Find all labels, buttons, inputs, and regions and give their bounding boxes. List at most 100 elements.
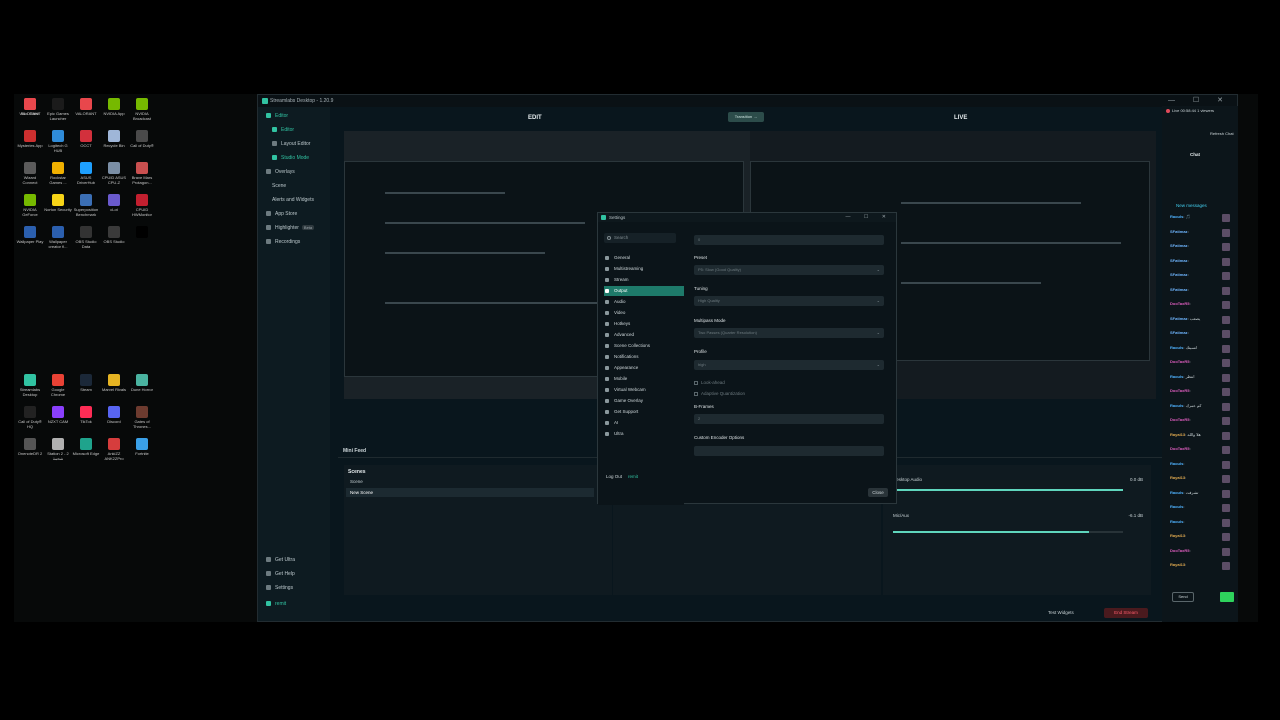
desktop-icon[interactable]: Call of Duty® (128, 130, 156, 160)
desktop-icon[interactable]: Fortnite (128, 438, 156, 468)
scene-item[interactable]: New Scene (346, 488, 594, 497)
desktop-icon[interactable]: cLot (100, 194, 128, 224)
multipass-select[interactable]: Two Passes (Quarter Resolution) ⌄ (694, 328, 884, 338)
look-ahead-checkbox[interactable]: Look-ahead (694, 380, 725, 385)
desktop-icon[interactable]: Marvel Rivals (100, 374, 128, 404)
desktop-icon[interactable]: Call of Duty® HQ (16, 406, 44, 436)
settings-nav-notifications[interactable]: Notifications (604, 352, 684, 362)
test-widgets-button[interactable]: Test Widgets (1048, 610, 1074, 615)
desktop-icon[interactable]: Wallpaper Play (16, 226, 44, 256)
desktop-icon[interactable]: NVIDIA GeForce (16, 194, 44, 224)
desktop-icon[interactable]: Mysteries App (16, 130, 44, 160)
desktop-icon[interactable]: OBS Studio (100, 226, 128, 256)
custom-encoder-input[interactable] (694, 446, 884, 456)
sidebar-item-editor[interactable]: Editor (266, 113, 288, 119)
desktop-icon[interactable]: Epic Games Launcher (44, 98, 72, 128)
desktop-icon[interactable]: Gates of Thrones... (128, 406, 156, 436)
desktop-icon[interactable]: Streamlabs Desktop (16, 374, 44, 404)
desktop-icon[interactable]: OCCT (72, 130, 100, 160)
desktop-icon[interactable]: Wallpaper creator fi... (44, 226, 72, 256)
desktop-icon[interactable]: Google Chrome (44, 374, 72, 404)
settings-nav-stream[interactable]: Stream (604, 275, 684, 285)
sidebar-item-overlays[interactable]: Overlays (266, 169, 295, 175)
desktop-icon[interactable]: OnenoteDR 2 (16, 438, 44, 468)
output-settings: 0 Preset P5: Slow (Good Quality) ⌄ Tuning… (688, 223, 892, 473)
desktop-icon[interactable]: Dune Horror (128, 374, 156, 404)
settings-nav-appearance[interactable]: Appearance (604, 363, 684, 373)
sidebar-subitem-alerts[interactable]: Alerts and Widgets (272, 197, 314, 203)
app-icon (24, 374, 36, 386)
chat-input[interactable]: Send (1172, 592, 1194, 602)
sidebar-get-ultra[interactable]: Get Ultra (266, 557, 295, 563)
app-icon (108, 98, 120, 110)
end-stream-button[interactable]: End Stream (1104, 608, 1148, 618)
settings-nav-hotkeys[interactable]: Hotkeys (604, 319, 684, 329)
preset-select[interactable]: P5: Slow (Good Quality) ⌄ (694, 265, 884, 275)
app-icon (80, 226, 92, 238)
sidebar-item-app-store[interactable]: App Store (266, 211, 297, 217)
settings-nav-ultra[interactable]: Ultra (604, 429, 684, 439)
desktop-icon[interactable]: NVIDIA App (100, 98, 128, 128)
desktop-icon[interactable]: Logitech G HUB (44, 130, 72, 160)
settings-nav-mobile[interactable]: Mobile (604, 374, 684, 384)
desktop-icon[interactable]: AnkiZZ ANK2ZPro (100, 438, 128, 468)
sidebar-subitem-scene[interactable]: Scene (272, 183, 286, 189)
adaptive-quant-checkbox[interactable]: Adaptive Quantization (694, 391, 745, 396)
desktop-icon[interactable]: VALORANT (72, 98, 100, 128)
desktop-icon[interactable]: Station 2 - 2 شحمة (44, 438, 72, 468)
bframes-input[interactable]: 2 (694, 414, 884, 424)
settings-nav-virtual-webcam[interactable]: Virtual Webcam (604, 385, 684, 395)
sidebar-settings[interactable]: Settings (266, 585, 293, 591)
settings-nav-scene-collections[interactable]: Scene Collections (604, 341, 684, 351)
desktop-icon[interactable]: VALORANT (16, 98, 44, 128)
top-field[interactable]: 0 (694, 235, 884, 245)
volume-slider[interactable] (893, 531, 1123, 533)
settings-nav-general[interactable]: General (604, 253, 684, 263)
desktop-icon[interactable]: CPUID HWMonitor (128, 194, 156, 224)
desktop-icon[interactable]: TikTok (72, 406, 100, 436)
desktop-icon[interactable]: Norton Security (44, 194, 72, 224)
settings-nav-ai[interactable]: AI (604, 418, 684, 428)
desktop-icon[interactable]: Microsoft Edge (72, 438, 100, 468)
settings-nav-get-support[interactable]: Get Support (604, 407, 684, 417)
sidebar-item-recordings[interactable]: Recordings (266, 239, 300, 245)
desktop-icon[interactable]: Discord (100, 406, 128, 436)
desktop-icon[interactable]: OBS Studio Data (72, 226, 100, 256)
tuning-select[interactable]: High Quality ⌄ (694, 296, 884, 306)
settings-nav-multistreaming[interactable]: Multistreaming (604, 264, 684, 274)
desktop-icon[interactable] (128, 226, 156, 256)
desktop-icon[interactable]: CPUID ASUS CPU-Z (100, 162, 128, 192)
desktop-icon[interactable]: Steam (72, 374, 100, 404)
desktop-icon[interactable]: Brave Mars Protagon... (128, 162, 156, 192)
new-messages-banner[interactable]: New messages (1176, 203, 1207, 208)
desktop-icon[interactable]: NZXT CAM (44, 406, 72, 436)
settings-nav-game-overlay[interactable]: Game Overlay (604, 396, 684, 406)
desktop-icon[interactable]: Wizard Connect (16, 162, 44, 192)
chat-send-button[interactable] (1220, 592, 1234, 602)
settings-nav-advanced[interactable]: Advanced (604, 330, 684, 340)
sidebar-subitem-studio-mode[interactable]: Studio Mode (272, 155, 309, 161)
settings-nav-video[interactable]: Video (604, 308, 684, 318)
sidebar-get-help[interactable]: Get Help (266, 571, 295, 577)
desktop-icon[interactable]: Superposition Benchmark (72, 194, 100, 224)
settings-nav-output[interactable]: Output (604, 286, 684, 296)
close-button[interactable]: Close (868, 488, 888, 497)
chat-message: Rayal13: (1170, 533, 1232, 542)
volume-slider[interactable] (893, 489, 1123, 491)
log-out-button[interactable]: Log Out remit (606, 474, 638, 479)
desktop-icon[interactable]: Rockstar Games ... (44, 162, 72, 192)
sidebar-subitem-editor[interactable]: Editor (272, 127, 294, 133)
refresh-chat-button[interactable]: Refresh Chat (1210, 131, 1234, 136)
dialog-window-controls[interactable]: — ☐ ✕ (846, 213, 892, 222)
desktop-icon[interactable]: NVIDIA Broadcast (128, 98, 156, 128)
sidebar-subitem-layout-editor[interactable]: Layout Editor (272, 141, 310, 147)
sidebar-account[interactable]: remit (266, 601, 286, 607)
desktop-icon[interactable]: ASUS DriverHub (72, 162, 100, 192)
desktop-icon[interactable]: Recycle Bin (100, 130, 128, 160)
profile-select[interactable]: high ⌄ (694, 360, 884, 370)
settings-search-input[interactable]: Search (604, 233, 676, 243)
scene-item[interactable]: Scene (346, 477, 594, 486)
sidebar-item-highlighter[interactable]: Highlighter Beta (266, 225, 315, 231)
settings-nav-audio[interactable]: Audio (604, 297, 684, 307)
transition-button[interactable]: Transition → (728, 112, 764, 122)
